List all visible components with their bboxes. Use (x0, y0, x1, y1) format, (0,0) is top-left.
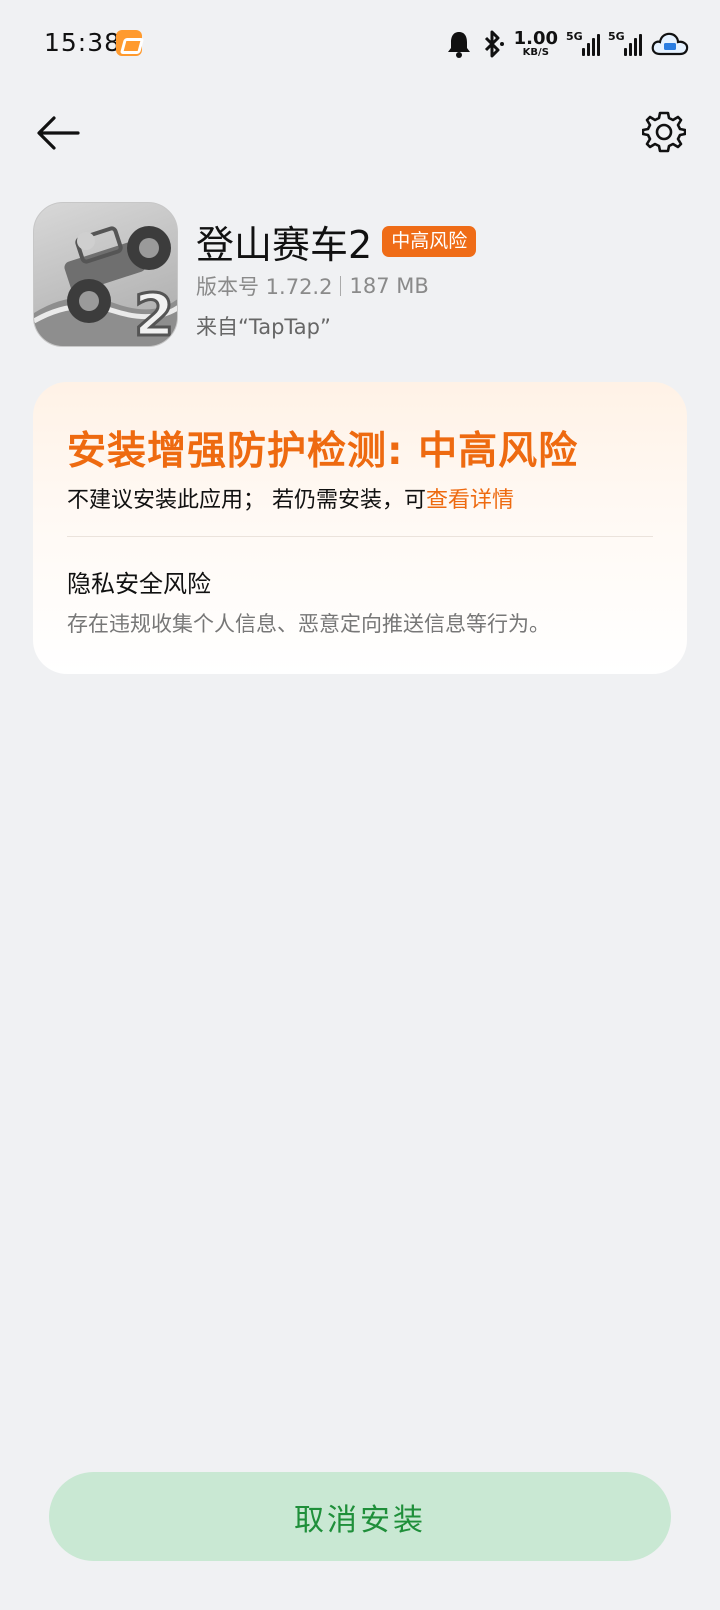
network-speed-value: 1.00 (513, 28, 558, 49)
view-details-link[interactable]: 查看详情 (426, 488, 514, 513)
sim1-label: 5G (566, 30, 583, 43)
divider (340, 276, 342, 296)
cloud-icon (650, 30, 690, 58)
app-version-info: 版本号 1.72.2 187 MB (196, 271, 429, 301)
svg-text:2: 2 (134, 281, 174, 347)
sim2-label: 5G (608, 30, 625, 43)
app-version: 版本号 1.72.2 (196, 275, 333, 299)
privacy-risk-title: 隐私安全风险 (67, 570, 211, 598)
status-time: 15:38 (44, 28, 122, 57)
gear-icon (642, 111, 686, 153)
app-name: 登山赛车2 (196, 223, 373, 267)
risk-advice-text: 不建议安装此应用； 若仍需安装，可 (67, 488, 426, 513)
back-button[interactable] (30, 108, 86, 158)
alarm-bell-icon (446, 30, 472, 58)
network-speed-unit: KB/S (522, 47, 549, 58)
cancel-install-button[interactable]: 取消安装 (49, 1472, 671, 1561)
signal-icon: 5G (566, 30, 600, 56)
status-bar: 15:38 1.00 KB/S 5G 5G (0, 0, 720, 88)
signal-icon: 5G (608, 30, 642, 56)
risk-card-title: 安装增强防护检测: 中高风险 (67, 429, 579, 474)
risk-card-subtitle: 不建议安装此应用； 若仍需安装，可查看详情 (67, 482, 514, 514)
card-divider (67, 536, 653, 537)
app-icon: 2 (33, 202, 178, 347)
app-source: 来自“TapTap” (196, 315, 331, 339)
app-size: 187 MB (349, 274, 429, 298)
back-arrow-icon (37, 116, 80, 150)
network-speed: 1.00 KB/S (514, 30, 558, 58)
settings-button[interactable] (638, 106, 690, 158)
privacy-risk-description: 存在违规收集个人信息、恶意定向推送信息等行为。 (67, 612, 550, 636)
risk-detection-card: 安装增强防护检测: 中高风险 不建议安装此应用； 若仍需安装，可查看详情 隐私安… (33, 382, 687, 674)
notification-app-icon (116, 30, 142, 56)
app-title-row: 登山赛车2 中高风险 (196, 214, 477, 269)
bluetooth-icon (480, 30, 506, 58)
status-icons: 1.00 KB/S 5G 5G (446, 26, 690, 62)
risk-level-badge: 中高风险 (382, 226, 477, 257)
